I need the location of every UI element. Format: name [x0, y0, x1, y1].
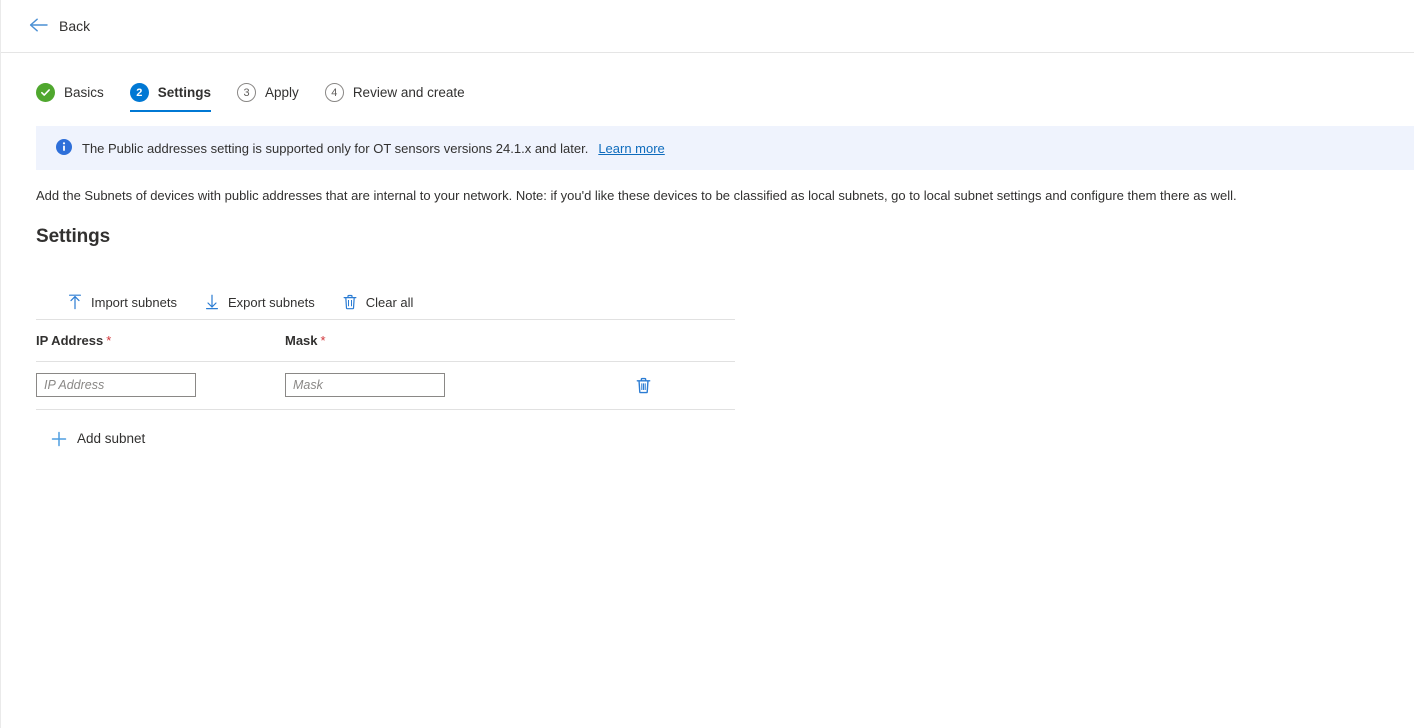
command-bar: Back — [0, 0, 1414, 53]
page-title: Settings — [36, 226, 1414, 248]
cell-ip-address — [36, 373, 285, 397]
add-subnet-label: Add subnet — [77, 431, 145, 446]
back-label: Back — [59, 19, 90, 33]
delete-row-button[interactable] — [632, 373, 655, 398]
learn-more-link[interactable]: Learn more — [598, 141, 664, 156]
trash-icon — [636, 377, 651, 394]
mask-input[interactable] — [285, 373, 445, 397]
cell-mask — [285, 373, 534, 397]
column-label: Mask — [285, 333, 318, 348]
import-subnets-button[interactable]: Import subnets — [62, 290, 187, 314]
required-marker: * — [321, 333, 326, 348]
settings-description: Add the Subnets of devices with public a… — [36, 187, 1414, 205]
export-subnets-button[interactable]: Export subnets — [199, 290, 325, 314]
info-banner-text: The Public addresses setting is supporte… — [82, 141, 588, 156]
required-marker: * — [106, 333, 111, 348]
add-subnet-button[interactable]: Add subnet — [45, 427, 151, 451]
subnets-table: Import subnets Export subnets — [36, 286, 735, 451]
wizard-step-label: Settings — [158, 85, 211, 100]
wizard-step-label: Apply — [265, 85, 299, 100]
wizard-steps: Basics 2 Settings 3 Apply 4 Review and c… — [0, 53, 1414, 112]
wizard-step-label: Basics — [64, 85, 104, 100]
table-header-row: IP Address* Mask* — [36, 320, 735, 362]
ip-address-input[interactable] — [36, 373, 196, 397]
arrow-left-icon — [29, 18, 48, 35]
info-banner: The Public addresses setting is supporte… — [36, 126, 1414, 170]
clear-all-button[interactable]: Clear all — [337, 290, 424, 314]
step-complete-icon — [36, 83, 55, 102]
info-icon — [56, 139, 72, 158]
step-number-badge: 4 — [325, 83, 344, 102]
wizard-step-review-and-create[interactable]: 4 Review and create — [325, 83, 477, 112]
wizard-step-basics[interactable]: Basics — [36, 83, 116, 112]
back-button[interactable]: Back — [27, 14, 92, 39]
table-row — [36, 362, 735, 410]
plus-icon — [51, 431, 67, 447]
step-number-badge: 2 — [130, 83, 149, 102]
cell-actions — [534, 373, 735, 398]
column-label: IP Address — [36, 333, 103, 348]
export-subnets-label: Export subnets — [228, 295, 315, 310]
wizard-step-apply[interactable]: 3 Apply — [237, 83, 311, 112]
column-header-mask: Mask* — [285, 333, 534, 348]
column-header-ip-address: IP Address* — [36, 333, 285, 348]
upload-icon — [68, 294, 82, 310]
step-number-badge: 3 — [237, 83, 256, 102]
download-icon — [205, 294, 219, 310]
wizard-step-label: Review and create — [353, 85, 465, 100]
import-subnets-label: Import subnets — [91, 295, 177, 310]
trash-icon — [343, 294, 357, 310]
wizard-step-settings[interactable]: 2 Settings — [130, 83, 223, 112]
subnets-toolbar: Import subnets Export subnets — [36, 286, 735, 320]
page-left-edge — [0, 0, 1, 728]
clear-all-label: Clear all — [366, 295, 414, 310]
